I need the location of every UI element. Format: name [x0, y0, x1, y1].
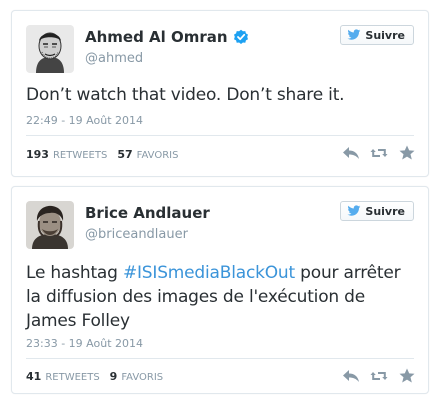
follow-button[interactable]: Suivre [340, 25, 414, 45]
hashtag-link[interactable]: #ISISmediaBlackOut [123, 263, 295, 283]
author-handle[interactable]: @briceandlauer [85, 227, 188, 242]
author-name-text[interactable]: Brice Andlauer [85, 204, 210, 222]
twitter-bird-icon [347, 29, 361, 40]
twitter-bird-icon [347, 205, 361, 216]
follow-button-label: Suivre [365, 28, 405, 42]
avatar[interactable] [26, 25, 74, 73]
divider [26, 135, 414, 136]
favorites-label[interactable]: FAVORIS [137, 150, 179, 161]
tweet-stats: 41 RETWEETS 9 FAVORIS [26, 370, 169, 383]
favorites-count[interactable]: 9 [110, 370, 118, 383]
tweet-card: Ahmed Al Omran @ahmed Suivre Don’t watch… [11, 10, 429, 177]
follow-button-label: Suivre [365, 204, 405, 218]
tweet-actions [342, 145, 416, 161]
tweet-card: Brice Andlauer @briceandlauer Suivre Le … [11, 186, 429, 394]
follow-button[interactable]: Suivre [340, 201, 414, 221]
retweet-icon[interactable] [370, 368, 388, 384]
tweet-text-before: Le hashtag [26, 263, 123, 283]
reply-icon[interactable] [342, 145, 360, 161]
favorites-label[interactable]: FAVORIS [121, 372, 163, 383]
retweets-count[interactable]: 193 [26, 148, 49, 161]
favorite-star-icon[interactable] [398, 145, 416, 161]
retweet-icon[interactable] [370, 145, 388, 161]
favorite-star-icon[interactable] [398, 368, 416, 384]
retweets-label[interactable]: RETWEETS [53, 150, 107, 161]
verified-icon [233, 29, 249, 45]
retweets-label[interactable]: RETWEETS [45, 372, 99, 383]
author-name[interactable]: Brice Andlauer [85, 204, 210, 222]
author-handle[interactable]: @ahmed [85, 51, 143, 66]
avatar[interactable] [26, 201, 74, 249]
author-name[interactable]: Ahmed Al Omran [85, 28, 249, 46]
reply-icon[interactable] [342, 368, 360, 384]
divider [26, 358, 414, 359]
tweet-text: Don’t watch that video. Don’t share it. [26, 85, 345, 105]
retweets-count[interactable]: 41 [26, 370, 41, 383]
favorites-count[interactable]: 57 [117, 148, 132, 161]
tweet-timestamp[interactable]: 23:33 - 19 Août 2014 [26, 337, 143, 350]
author-name-text[interactable]: Ahmed Al Omran [85, 28, 228, 46]
tweet-timestamp[interactable]: 22:49 - 19 Août 2014 [26, 114, 143, 127]
tweet-stats: 193 RETWEETS 57 FAVORIS [26, 148, 184, 161]
tweet-text: Le hashtag #ISISmediaBlackOut pour arrêt… [26, 261, 414, 333]
tweet-actions [342, 368, 416, 384]
